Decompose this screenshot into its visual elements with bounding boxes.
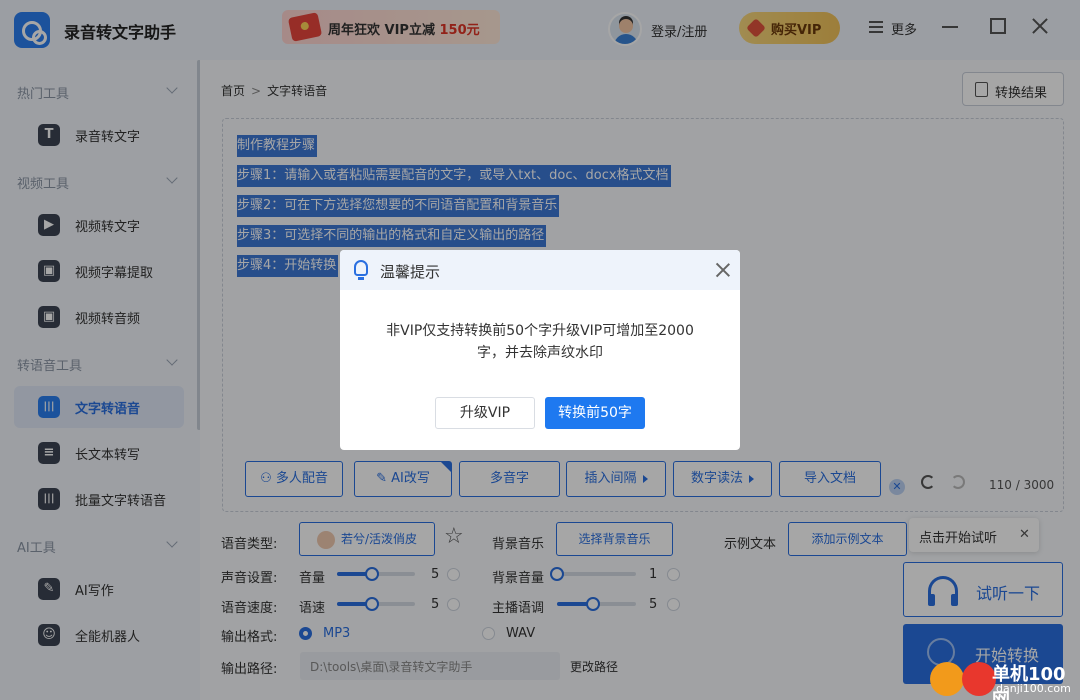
- dialog-message: 非VIP仅支持转换前50个字升级VIP可增加至2000字，并去除声纹水印: [386, 323, 694, 361]
- watermark: 单机100网 danji100.com: [930, 660, 1080, 700]
- notice-dialog: 温馨提示 非VIP仅支持转换前50个字升级VIP可增加至2000字，并去除声纹水…: [340, 250, 740, 450]
- watermark-logo-icon: [962, 662, 996, 696]
- upgrade-vip-button[interactable]: 升级VIP: [435, 397, 535, 429]
- watermark-sub: danji100.com: [996, 682, 1071, 695]
- dialog-title: 温馨提示: [380, 263, 441, 281]
- close-icon[interactable]: [714, 261, 732, 279]
- dialog-header: 温馨提示: [340, 250, 740, 290]
- watermark-logo-icon: [930, 662, 964, 696]
- lightbulb-icon: [354, 260, 368, 280]
- convert-first-50-button[interactable]: 转换前50字: [545, 397, 645, 429]
